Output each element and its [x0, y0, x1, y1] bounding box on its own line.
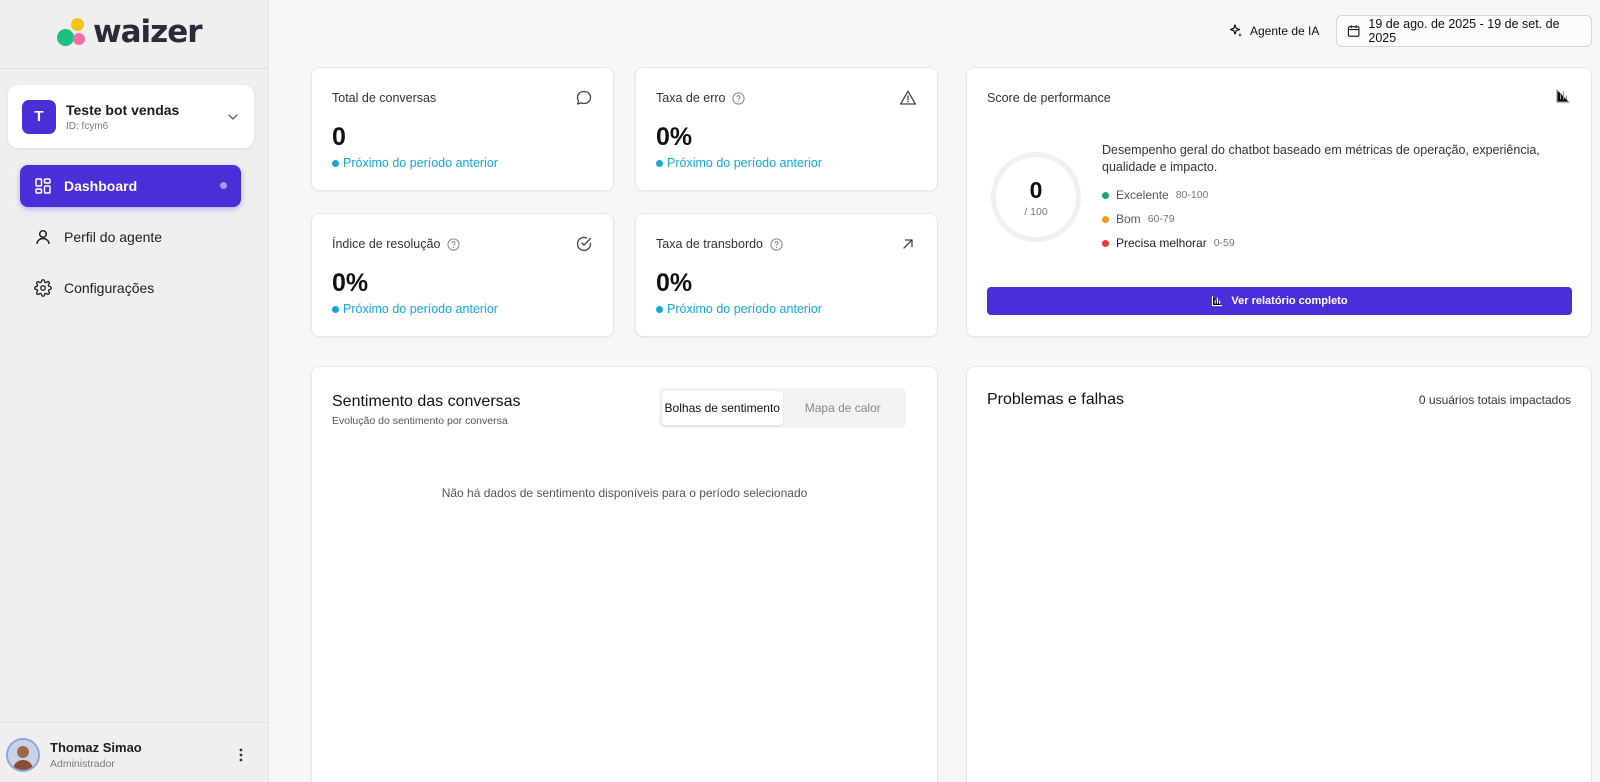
date-range-picker[interactable]: 19 de ago. de 2025 - 19 de set. de 2025 — [1336, 15, 1592, 47]
bar-chart-icon — [1212, 295, 1223, 307]
bar-chart-icon[interactable] — [1555, 88, 1571, 104]
grid-icon — [34, 177, 52, 195]
divider — [0, 68, 269, 69]
user-icon — [34, 228, 52, 246]
metric-value: 0% — [656, 123, 693, 151]
date-range-label: 19 de ago. de 2025 - 19 de set. de 2025 — [1368, 17, 1560, 45]
score-ring: 0 / 100 — [991, 152, 1081, 242]
avatar — [6, 738, 40, 772]
metric-title: Taxa de transbordo — [656, 237, 764, 251]
performance-card: Score de performance 0 / 100 Desempenho … — [966, 67, 1592, 337]
tab-mapa-de-calor[interactable]: Mapa de calor — [783, 391, 904, 425]
sentiment-title: Sentimento das conversas — [332, 393, 521, 410]
sentiment-subtitle: Evolução do sentimento por conversa — [332, 415, 508, 427]
nav-label: Dashboard — [64, 178, 138, 194]
full-report-button[interactable]: Ver relatório completo — [987, 287, 1572, 315]
legend-item-precisa-melhorar: Precisa melhorar 0-59 — [1102, 236, 1402, 250]
arrow-up-right-icon — [903, 239, 913, 249]
workspace-name: Teste bot vendas — [66, 101, 180, 118]
metric-value: 0% — [332, 269, 369, 297]
more-vertical-icon[interactable] — [231, 745, 251, 765]
sidebar: waizer T Teste bot vendas ID: fcym6 Dash… — [0, 0, 269, 782]
sentiment-card: Sentimento das conversas Evolução do sen… — [311, 366, 938, 782]
user-name: Thomaz Simao — [50, 740, 142, 755]
metric-title: Taxa de erro — [656, 91, 726, 105]
nav-item-dashboard[interactable]: Dashboard — [20, 165, 241, 207]
score-value: 0 — [1029, 176, 1043, 203]
metric-note: Próximo do período anterior — [656, 302, 822, 316]
metric-title: Índice de resolução — [332, 237, 441, 251]
divider — [0, 722, 269, 723]
metric-note: Próximo do período anterior — [332, 302, 498, 316]
metric-card-total-conversas: Total de conversas 0 Próximo do período … — [311, 67, 614, 191]
impacted-users-count: 0 usuários totais impactados — [1418, 393, 1571, 407]
help-icon[interactable] — [770, 237, 783, 251]
nav-item-perfil-do-agente[interactable]: Perfil do agente — [20, 216, 241, 258]
performance-description: Desempenho geral do chatbot baseado em m… — [1102, 143, 1540, 174]
nav-label: Perfil do agente — [64, 229, 163, 245]
tab-bolhas-de-sentimento[interactable]: Bolhas de sentimento — [662, 391, 783, 425]
metric-card-taxa-erro: Taxa de erro 0% Próximo do período anter… — [635, 67, 938, 191]
sparkles-icon — [1229, 24, 1242, 37]
empty-state-message: Não há dados de sentimento disponíveis p… — [441, 486, 808, 500]
score-max: / 100 — [1024, 205, 1048, 218]
metric-note: Próximo do período anterior — [332, 156, 498, 170]
user-profile[interactable]: Thomaz Simao Administrador — [6, 737, 251, 773]
workspace-avatar: T — [22, 99, 56, 134]
check-circle-icon — [576, 236, 592, 252]
brand-name: waizer — [93, 14, 203, 50]
chevron-down-icon — [228, 113, 238, 120]
metric-card-indice-resolucao: Índice de resolução 0% Próximo do períod… — [311, 213, 614, 337]
logo-mark-icon — [57, 16, 91, 48]
chat-icon — [576, 90, 592, 105]
sentiment-view-toggle: Bolhas de sentimento Mapa de calor — [659, 388, 906, 428]
legend-item-excelente: Excelente 80-100 — [1102, 188, 1402, 202]
metric-card-taxa-transbordo: Taxa de transbordo 0% Próximo do período… — [635, 213, 938, 337]
metric-value: 0% — [656, 269, 693, 297]
ai-agent-label: Agente de IA — [1250, 24, 1320, 38]
nav-label: Configurações — [64, 280, 155, 296]
nav-item-configuracoes[interactable]: Configurações — [20, 267, 241, 309]
calendar-icon — [1347, 25, 1360, 37]
performance-title: Score de performance — [987, 91, 1111, 105]
problems-card: Problemas e falhas 0 usuários totais imp… — [966, 366, 1592, 782]
full-report-label: Ver relatório completo — [1231, 295, 1348, 307]
problems-title: Problemas e falhas — [987, 391, 1124, 408]
metric-note: Próximo do período anterior — [656, 156, 822, 170]
active-indicator — [220, 182, 227, 189]
ai-agent-button[interactable]: Agente de IA — [1229, 20, 1319, 42]
help-icon[interactable] — [732, 91, 746, 105]
workspace-selector[interactable]: T Teste bot vendas ID: fcym6 — [8, 85, 254, 148]
brand-logo[interactable]: waizer — [57, 14, 203, 50]
metric-value: 0 — [332, 123, 346, 151]
workspace-id: ID: fcym6 — [66, 120, 109, 132]
warning-icon — [900, 90, 916, 105]
metric-title: Total de conversas — [332, 91, 437, 105]
legend-item-bom: Bom 60-79 — [1102, 212, 1402, 226]
gear-icon — [34, 279, 52, 297]
user-role: Administrador — [50, 758, 115, 770]
help-icon[interactable] — [447, 237, 461, 251]
